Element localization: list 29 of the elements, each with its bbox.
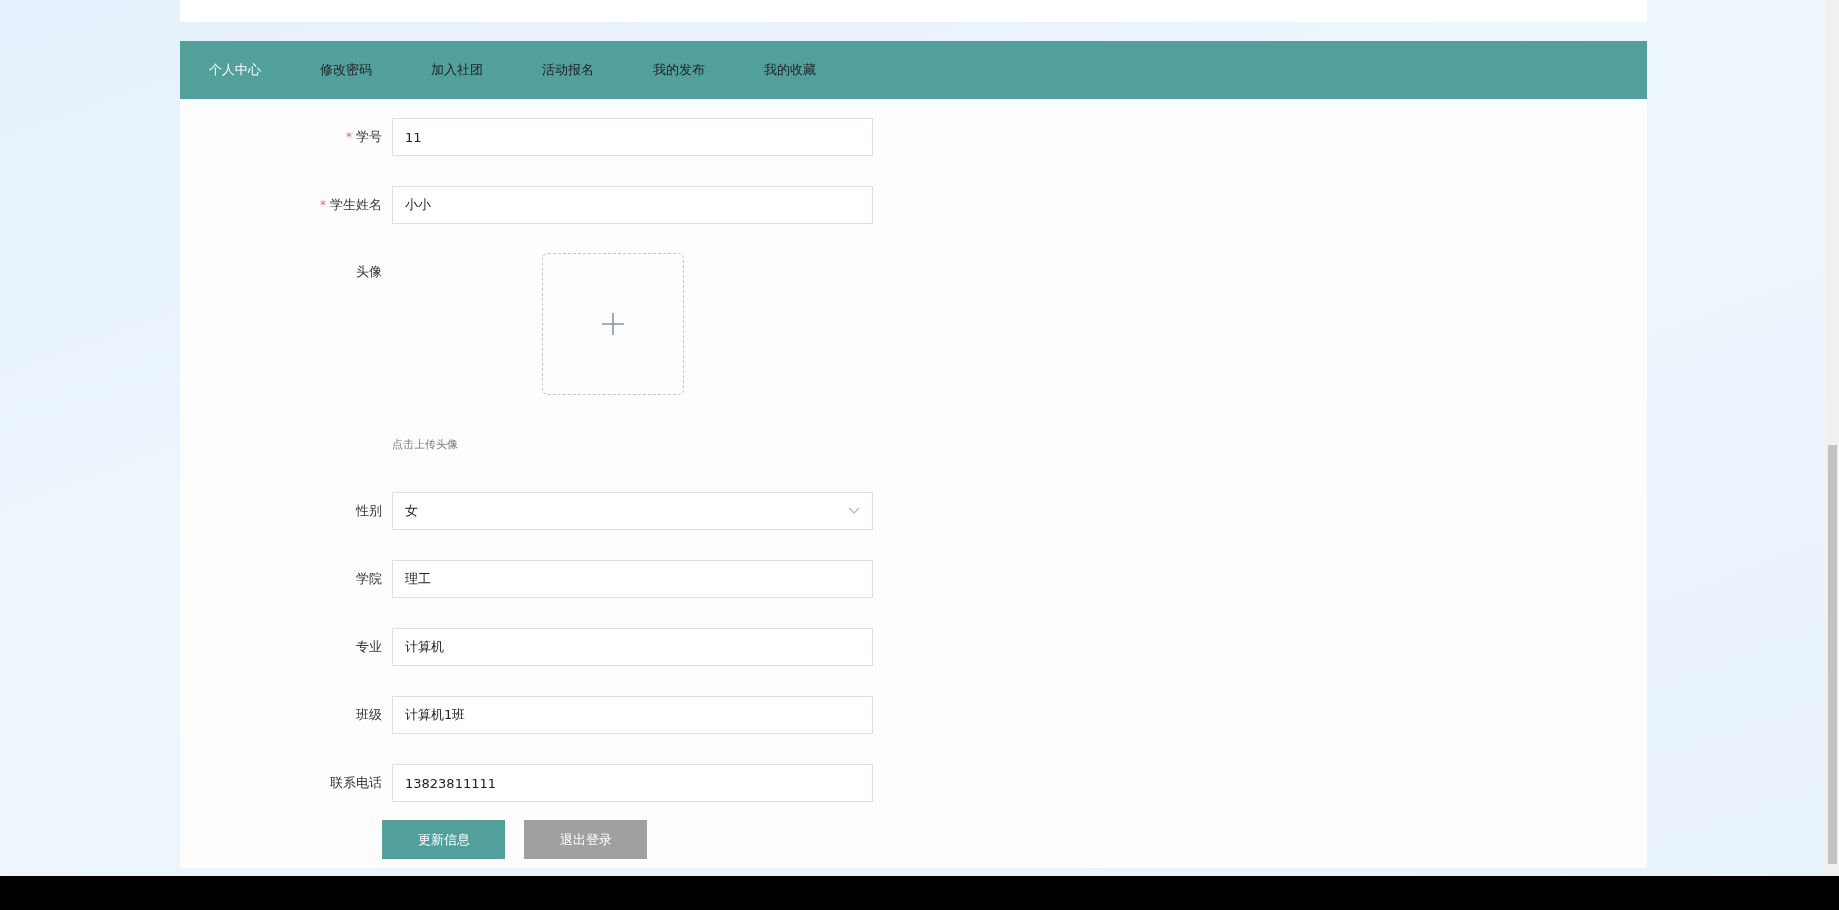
input-field[interactable]: 小小 — [392, 186, 873, 224]
scrollbar[interactable] — [1826, 0, 1839, 874]
nav-tab[interactable]: 加入社团 — [431, 61, 542, 79]
chevron-down-icon — [848, 507, 860, 515]
field-label: 学院 — [356, 570, 382, 588]
update-button[interactable]: 更新信息 — [382, 820, 505, 859]
input-field[interactable]: 11 — [392, 118, 873, 156]
field-label: 学号 — [356, 128, 382, 146]
input-field[interactable]: 理工 — [392, 560, 873, 598]
upload-hint: 点击上传头像 — [392, 437, 459, 452]
nav-tab[interactable]: 个人中心 — [209, 61, 320, 79]
field-label: 班级 — [356, 706, 382, 724]
plus-icon — [602, 313, 624, 335]
required-mark: * — [346, 130, 352, 144]
nav-tab[interactable]: 活动报名 — [542, 61, 653, 79]
nav-tab[interactable]: 我的发布 — [653, 61, 764, 79]
input-field[interactable]: 计算机 — [392, 628, 873, 666]
field-label: 联系电话 — [330, 774, 382, 792]
nav-tab[interactable]: 我的收藏 — [764, 61, 875, 79]
field-label: 头像 — [356, 263, 382, 281]
select-field[interactable]: 女 — [392, 492, 873, 530]
nav-tab[interactable]: 修改密码 — [320, 61, 431, 79]
input-field[interactable]: 计算机1班 — [392, 696, 873, 734]
field-label: 专业 — [356, 638, 382, 656]
required-mark: * — [320, 198, 326, 212]
field-label: 学生姓名 — [330, 196, 382, 214]
avatar-upload[interactable] — [542, 253, 684, 395]
input-field[interactable]: 13823811111 — [392, 764, 873, 802]
field-label: 性别 — [356, 502, 382, 520]
